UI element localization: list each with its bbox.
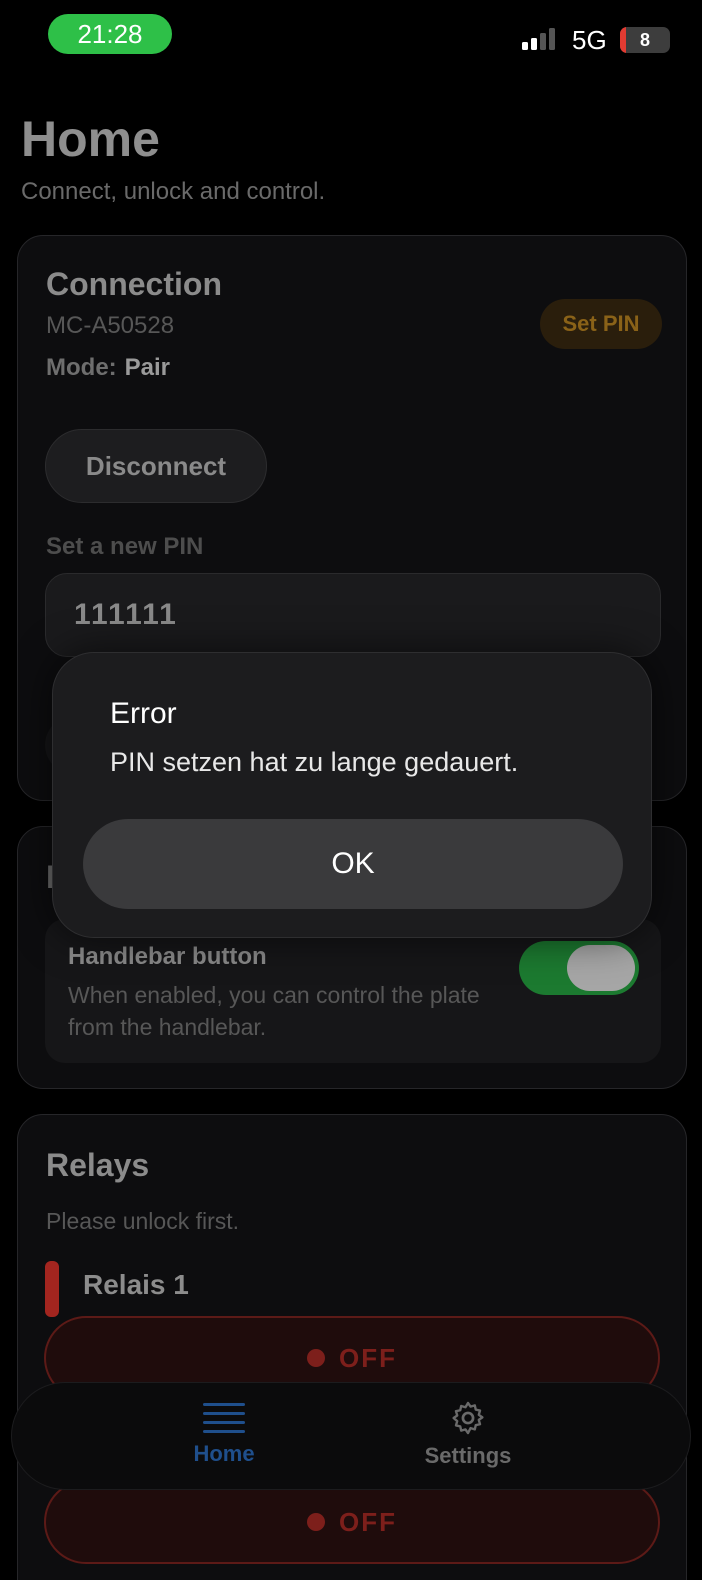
page-subtitle: Connect, unlock and control. bbox=[21, 178, 326, 205]
relay-1-state: OFF bbox=[339, 1342, 397, 1373]
status-dot-icon bbox=[307, 1513, 325, 1531]
toggle-knob bbox=[567, 945, 635, 991]
connection-title: Connection bbox=[46, 266, 222, 302]
set-pin-badge: Set PIN bbox=[540, 299, 662, 349]
handlebar-row: Handlebar button When enabled, you can c… bbox=[45, 919, 661, 1063]
new-pin-label: Set a new PIN bbox=[46, 533, 204, 560]
dialog-message: PIN setzen hat zu lange gedauert. bbox=[110, 747, 519, 777]
device-id: MC-A50528 bbox=[46, 312, 175, 339]
network-type: 5G bbox=[572, 25, 607, 55]
dialog-title: Error bbox=[110, 697, 177, 730]
status-dot-icon bbox=[307, 1349, 325, 1367]
battery-level: 8 bbox=[639, 29, 650, 50]
tab-home[interactable]: Home bbox=[124, 1383, 324, 1491]
dialog-ok-button[interactable]: OK bbox=[83, 819, 623, 909]
tab-settings-label: Settings bbox=[424, 1443, 512, 1468]
relay-1-name: Relais 1 bbox=[83, 1269, 189, 1300]
relay-2-state: OFF bbox=[339, 1506, 397, 1537]
cellular-signal-icon bbox=[522, 28, 560, 50]
handlebar-description: When enabled, you can control the plate … bbox=[68, 982, 480, 1041]
mode-label: Mode: bbox=[46, 354, 117, 381]
tab-home-label: Home bbox=[193, 1441, 255, 1466]
battery-icon: 8 bbox=[620, 27, 670, 53]
connection-mode: Mode: Pair bbox=[46, 354, 170, 382]
new-pin-input[interactable]: 111111 bbox=[45, 573, 661, 657]
menu-icon bbox=[203, 1401, 245, 1435]
handlebar-toggle[interactable] bbox=[519, 941, 639, 995]
page-title: Home bbox=[21, 111, 160, 167]
mode-value: Pair bbox=[124, 354, 171, 381]
handlebar-title: Handlebar button bbox=[68, 943, 267, 970]
error-dialog: Error PIN setzen hat zu lange gedauert. … bbox=[52, 652, 652, 938]
status-time: 21:28 bbox=[77, 18, 143, 49]
tab-bar: Home Settings bbox=[11, 1382, 691, 1490]
gear-icon bbox=[452, 1401, 484, 1435]
disconnect-button[interactable]: Disconnect bbox=[45, 429, 267, 503]
relays-subtitle: Please unlock first. bbox=[46, 1208, 240, 1234]
relay-status-bar bbox=[45, 1261, 59, 1317]
tab-settings[interactable]: Settings bbox=[368, 1383, 568, 1491]
relays-title: Relays bbox=[46, 1147, 150, 1183]
relay-2-off-button[interactable]: OFF bbox=[44, 1480, 660, 1564]
status-time-pill: 21:28 bbox=[48, 14, 172, 54]
